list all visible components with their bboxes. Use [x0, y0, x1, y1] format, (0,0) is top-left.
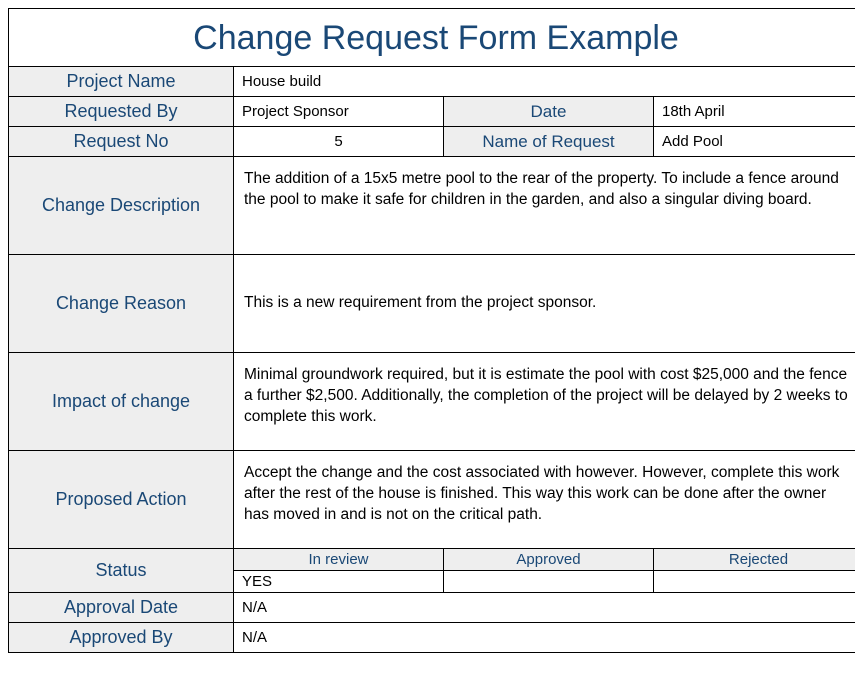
form-title: Change Request Form Example: [9, 9, 855, 67]
status-header-rejected: Rejected: [654, 549, 855, 571]
status-header-approved: Approved: [444, 549, 654, 571]
value-project-name: House build: [234, 67, 855, 97]
label-approved-by: Approved By: [9, 623, 234, 653]
label-status: Status: [9, 549, 234, 593]
change-request-form: Change Request Form Example Project Name…: [8, 8, 855, 653]
label-impact-of-change: Impact of change: [9, 353, 234, 451]
value-approval-date: N/A: [234, 593, 855, 623]
status-value-rejected: [654, 571, 855, 593]
label-date: Date: [444, 97, 654, 127]
label-change-reason: Change Reason: [9, 255, 234, 353]
label-proposed-action: Proposed Action: [9, 451, 234, 549]
label-approval-date: Approval Date: [9, 593, 234, 623]
value-proposed-action: Accept the change and the cost associate…: [234, 451, 855, 549]
label-project-name: Project Name: [9, 67, 234, 97]
value-impact-of-change: Minimal groundwork required, but it is e…: [234, 353, 855, 451]
value-requested-by: Project Sponsor: [234, 97, 444, 127]
label-change-description: Change Description: [9, 157, 234, 255]
value-date: 18th April: [654, 97, 855, 127]
value-request-no: 5: [234, 127, 444, 157]
label-request-no: Request No: [9, 127, 234, 157]
value-change-reason: This is a new requirement from the proje…: [234, 255, 855, 353]
status-value-in-review: YES: [234, 571, 444, 593]
status-value-approved: [444, 571, 654, 593]
value-name-of-request: Add Pool: [654, 127, 855, 157]
value-change-description: The addition of a 15x5 metre pool to the…: [234, 157, 855, 255]
label-requested-by: Requested By: [9, 97, 234, 127]
status-header-in-review: In review: [234, 549, 444, 571]
value-approved-by: N/A: [234, 623, 855, 653]
label-name-of-request: Name of Request: [444, 127, 654, 157]
